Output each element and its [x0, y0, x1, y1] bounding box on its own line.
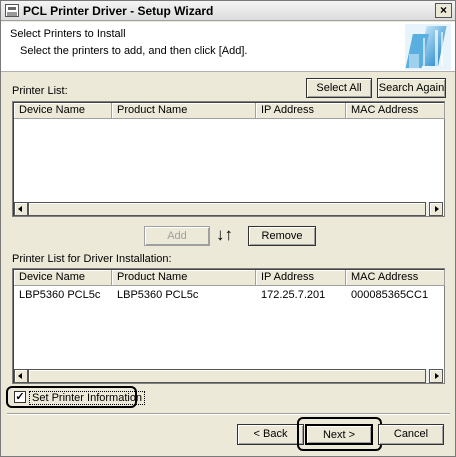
setup-wizard-window: PCL Printer Driver - Setup Wizard × Sele…	[0, 0, 456, 457]
table-row[interactable]: LBP5360 PCL5c LBP5360 PCL5c 172.25.7.201…	[14, 287, 443, 303]
search-again-button[interactable]: Search Again	[377, 78, 446, 98]
printer-icon	[5, 4, 19, 17]
cell-product-name: LBP5360 PCL5c	[117, 289, 199, 301]
install-list-header: Device Name Product Name IP Address MAC …	[14, 270, 445, 286]
add-button[interactable]: Add	[144, 226, 210, 246]
column-mac-address[interactable]: MAC Address	[346, 103, 445, 119]
select-all-button[interactable]: Select All	[306, 78, 372, 98]
cancel-button[interactable]: Cancel	[378, 424, 444, 445]
header-subtitle: Select the printers to add, and then cli…	[20, 45, 248, 57]
scroll-thumb[interactable]	[28, 202, 426, 216]
install-list[interactable]: Device Name Product Name IP Address MAC …	[12, 268, 445, 384]
column-product-name[interactable]: Product Name	[112, 270, 256, 286]
column-device-name[interactable]: Device Name	[14, 103, 112, 119]
cell-ip-address: 172.25.7.201	[261, 289, 326, 301]
scroll-left-icon[interactable]	[14, 202, 28, 216]
cell-device-name: LBP5360 PCL5c	[19, 289, 101, 301]
column-ip-address[interactable]: IP Address	[256, 103, 346, 119]
next-button[interactable]: Next >	[305, 424, 373, 445]
scroll-thumb[interactable]	[28, 369, 426, 383]
header-title: Select Printers to Install	[10, 28, 126, 40]
set-printer-info-label[interactable]: Set Printer Information	[29, 391, 146, 405]
scroll-left-icon[interactable]	[14, 369, 28, 383]
column-ip-address[interactable]: IP Address	[256, 270, 346, 286]
column-mac-address[interactable]: MAC Address	[346, 270, 445, 286]
printer-list-label: Printer List:	[12, 85, 68, 97]
window-title: PCL Printer Driver - Setup Wizard	[23, 4, 214, 18]
install-list-label: Printer List for Driver Installation:	[12, 253, 172, 265]
wizard-graphic-icon	[405, 24, 451, 70]
column-product-name[interactable]: Product Name	[112, 103, 256, 119]
wizard-header: Select Printers to Install Select the pr…	[1, 22, 455, 72]
set-printer-info-checkbox[interactable]: ✓	[14, 391, 26, 403]
printer-list-header: Device Name Product Name IP Address MAC …	[14, 103, 445, 119]
printer-list-scrollbar[interactable]	[14, 202, 443, 216]
printer-list[interactable]: Device Name Product Name IP Address MAC …	[12, 101, 445, 217]
move-arrows-icon: ↓↑	[216, 225, 233, 244]
install-list-scrollbar[interactable]	[14, 369, 443, 383]
column-device-name[interactable]: Device Name	[14, 270, 112, 286]
close-button[interactable]: ×	[435, 3, 452, 18]
remove-button[interactable]: Remove	[248, 226, 316, 246]
title-bar: PCL Printer Driver - Setup Wizard ×	[1, 1, 455, 21]
cell-mac-address: 000085365CC1	[351, 289, 429, 301]
back-button[interactable]: < Back	[237, 424, 304, 445]
scroll-right-icon[interactable]	[429, 202, 443, 216]
footer-divider	[7, 413, 450, 415]
scroll-right-icon[interactable]	[429, 369, 443, 383]
